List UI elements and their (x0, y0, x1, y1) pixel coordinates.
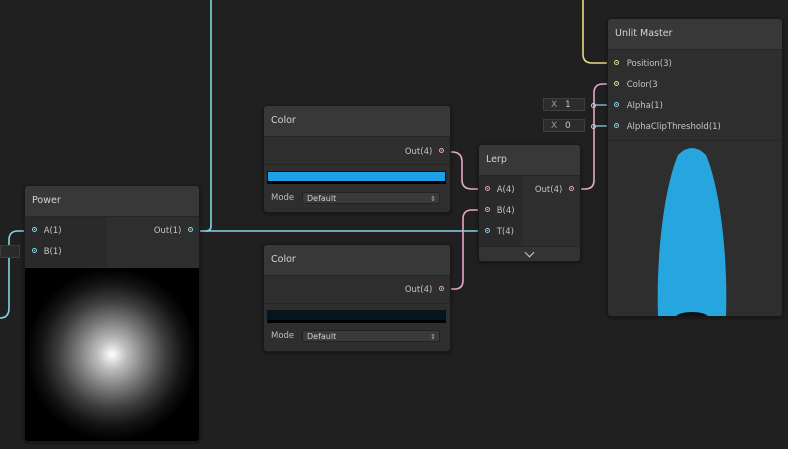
lerp-input-b-label: B(4) (496, 206, 515, 216)
lerp-b-dot[interactable] (485, 207, 490, 212)
color2-output-label: Out(4) (404, 285, 433, 295)
lerp-node[interactable]: Lerp A(4) B(4) T(4) Out(4) (478, 144, 581, 262)
alpha-value-field[interactable]: X 1 (543, 98, 585, 111)
power-input-b-label: B(1) (43, 247, 62, 257)
color2-output[interactable]: Out(4) (405, 283, 444, 297)
color-node-1-title: Color (264, 106, 450, 137)
alpha-dot[interactable] (614, 102, 619, 107)
color1-swatch[interactable] (267, 171, 446, 184)
power-output-label: Out(1) (153, 226, 182, 236)
master-input-color[interactable]: Color(3 (614, 78, 658, 92)
color-node-2-title: Color (264, 245, 450, 276)
lerp-expand-bar[interactable] (479, 246, 580, 261)
alpha-field-value: 1 (565, 100, 571, 110)
power-node-title: Power (25, 186, 199, 217)
color-node-2[interactable]: Color Out(4) Mode Default ⇕ (263, 244, 451, 352)
lerp-output-label: Out(4) (534, 185, 563, 195)
lerp-a-dot[interactable] (485, 186, 490, 191)
master-node-title: Unlit Master (608, 19, 782, 50)
power-output-dot[interactable] (188, 227, 193, 232)
chevron-down-icon[interactable] (524, 247, 535, 258)
clip-field-value: 0 (565, 121, 571, 131)
dropdown-arrow-icon: ⇕ (430, 195, 436, 203)
port-a-dot[interactable] (32, 227, 37, 232)
lerp-node-title: Lerp (479, 145, 580, 176)
clip-field-dot[interactable] (591, 124, 596, 129)
lerp-input-t[interactable]: T(4) (485, 225, 514, 239)
lerp-output[interactable]: Out(4) (535, 183, 574, 197)
color1-mode-dropdown[interactable]: Default ⇕ (302, 192, 440, 204)
lerp-input-a-label: A(4) (496, 185, 515, 195)
color2-divider (264, 303, 450, 304)
master-input-position-label: Position(3) (626, 59, 672, 69)
color1-mode-value: Default (307, 194, 337, 203)
power-input-a[interactable]: A(1) (32, 224, 62, 238)
master-input-color-label: Color(3 (626, 80, 658, 90)
color-node-1[interactable]: Color Out(4) Mode Default ⇕ (263, 105, 451, 213)
color1-divider (264, 164, 450, 165)
alpha-field-dot[interactable] (591, 103, 596, 108)
wire-vertical-cyan (205, 0, 212, 232)
color2-swatch[interactable] (267, 310, 446, 323)
color-dot[interactable] (614, 81, 619, 86)
color1-output-dot[interactable] (439, 148, 444, 153)
color2-output-dot[interactable] (439, 286, 444, 291)
power-b-inline-stub[interactable] (0, 245, 20, 258)
power-input-b[interactable]: B(1) (32, 245, 62, 259)
unlit-master-node[interactable]: Unlit Master Position(3) Color(3 Alpha(1… (607, 18, 783, 317)
master-input-alpha-label: Alpha(1) (626, 101, 663, 111)
lerp-t-dot[interactable] (485, 228, 490, 233)
master-input-alpha[interactable]: Alpha(1) (614, 99, 663, 113)
preview-shape-icon (657, 148, 727, 316)
alphaclip-dot[interactable] (614, 123, 619, 128)
lerp-input-a[interactable]: A(4) (485, 183, 515, 197)
power-input-a-label: A(1) (43, 226, 62, 236)
color2-mode-dropdown[interactable]: Default ⇕ (302, 330, 440, 342)
lerp-input-t-label: T(4) (496, 227, 514, 237)
lerp-output-dot[interactable] (569, 186, 574, 191)
master-input-alphaclip[interactable]: AlphaClipThreshold(1) (614, 120, 721, 134)
power-output[interactable]: Out(1) (154, 224, 193, 238)
color2-mode-value: Default (307, 332, 337, 341)
power-node[interactable]: Power A(1) B(1) Out(1) (24, 185, 200, 442)
position-dot[interactable] (614, 60, 619, 65)
master-input-position[interactable]: Position(3) (614, 57, 672, 71)
color2-mode-label: Mode (271, 331, 295, 341)
power-preview (25, 268, 199, 441)
master-input-alphaclip-label: AlphaClipThreshold(1) (626, 122, 721, 132)
master-preview (608, 141, 782, 316)
port-b-dot[interactable] (32, 248, 37, 253)
alpha-field-label: X (551, 100, 558, 110)
lerp-input-b[interactable]: B(4) (485, 204, 515, 218)
color1-output-label: Out(4) (404, 147, 433, 157)
clip-value-field[interactable]: X 0 (543, 119, 585, 132)
color1-mode-label: Mode (271, 193, 295, 203)
color1-output[interactable]: Out(4) (405, 145, 444, 159)
clip-field-label: X (551, 121, 558, 131)
dropdown-arrow-icon: ⇕ (430, 333, 436, 341)
